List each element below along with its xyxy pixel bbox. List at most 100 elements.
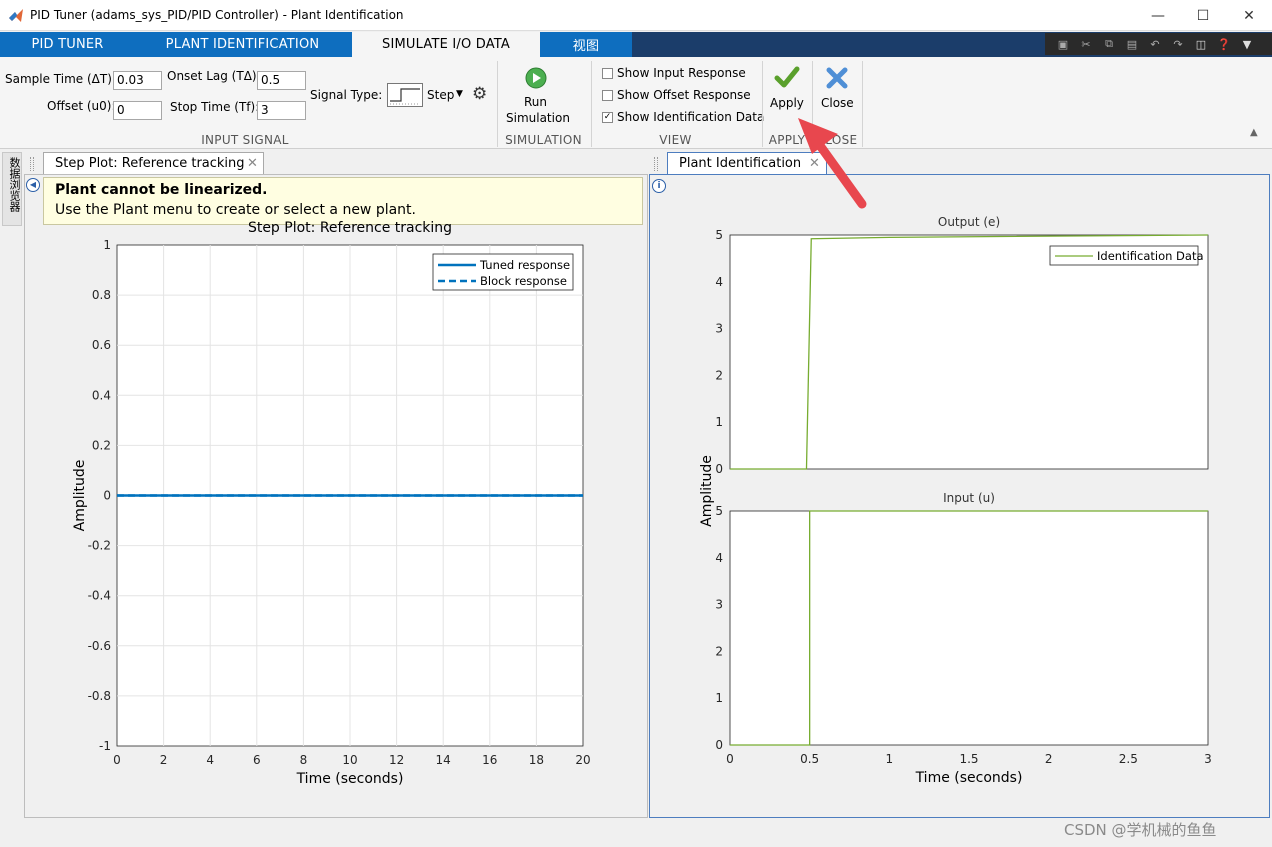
paste-icon[interactable]: ▤ bbox=[1124, 38, 1140, 51]
show-offset-response-checkbox[interactable] bbox=[602, 90, 613, 101]
plot-area bbox=[729, 510, 1209, 746]
onset-lag-label: Onset Lag (TΔ): bbox=[167, 69, 261, 83]
y-tick-label: 0 bbox=[103, 489, 111, 503]
annotation-arrow bbox=[798, 118, 867, 209]
tab-pid-tuner[interactable]: PID TUNER bbox=[0, 32, 135, 57]
y-tick-label: -0.2 bbox=[88, 539, 111, 553]
window-title: PID Tuner (adams_sys_PID/PID Controller)… bbox=[30, 8, 404, 22]
tab-view[interactable]: 视图 bbox=[540, 32, 632, 57]
tab-plant-identification[interactable]: PLANT IDENTIFICATION bbox=[135, 32, 350, 57]
gear-icon[interactable]: ⚙ bbox=[472, 84, 487, 104]
redo-icon[interactable]: ↷ bbox=[1170, 38, 1186, 51]
show-input-response-checkbox[interactable] bbox=[602, 68, 613, 79]
x-tick-label: 2 bbox=[1045, 752, 1053, 766]
step-plot-chart: 0 2 4 6 8 10 12 14 16 18 20 1 0.8 0.6 0.4 0.2 0 -0.2 -0.4 -… bbox=[72, 220, 591, 787]
view-section-label: VIEW bbox=[659, 133, 692, 147]
x-tick-label: 12 bbox=[389, 753, 404, 767]
show-input-response-label[interactable]: Show Input Response bbox=[617, 66, 746, 80]
y-tick-label: 5 bbox=[715, 228, 723, 242]
y-tick-label: 2 bbox=[715, 644, 723, 658]
watermark: CSDN @学机械的鱼鱼 bbox=[1064, 821, 1217, 839]
x-tick-label: 18 bbox=[529, 753, 544, 767]
offset-label: Offset (u0): bbox=[47, 99, 116, 113]
onset-lag-input[interactable]: 0.5 bbox=[257, 71, 306, 90]
x-axis-label: Time (seconds) bbox=[296, 771, 404, 787]
x-tick-label: 3 bbox=[1204, 752, 1212, 766]
panel-grip[interactable] bbox=[30, 157, 34, 171]
simulation-section-label: SIMULATION bbox=[505, 133, 582, 147]
chart-title: Step Plot: Reference tracking bbox=[248, 220, 452, 236]
help-icon[interactable]: ❓ bbox=[1216, 38, 1232, 51]
show-identification-data-label[interactable]: Show Identification Data bbox=[617, 110, 764, 124]
y-tick-label: 1 bbox=[103, 238, 111, 252]
title-bar: PID Tuner (adams_sys_PID/PID Controller)… bbox=[0, 0, 1272, 31]
y-tick-label: 1 bbox=[715, 691, 723, 705]
quick-access-toolbar: ▣ ✂ ⧉ ▤ ↶ ↷ ◫ ❓ ▼ bbox=[1045, 33, 1272, 55]
input-signal-section-label: INPUT SIGNAL bbox=[201, 133, 289, 147]
copy-icon[interactable]: ⧉ bbox=[1101, 37, 1117, 51]
y-tick-label: -1 bbox=[99, 739, 111, 753]
stop-time-input[interactable]: 3 bbox=[257, 101, 306, 120]
checkmark-icon bbox=[774, 66, 800, 88]
subplot-title: Input (u) bbox=[943, 491, 995, 505]
legend-label: Identification Data bbox=[1097, 249, 1204, 263]
show-identification-data-checkbox[interactable]: ✓ bbox=[602, 112, 613, 123]
x-tick-label: 2.5 bbox=[1119, 752, 1138, 766]
chevron-down-icon[interactable]: ▼ bbox=[456, 89, 463, 99]
close-tab-icon[interactable]: ✕ bbox=[247, 156, 258, 171]
plot-area bbox=[729, 234, 1209, 470]
sample-time-label: Sample Time (ΔT): bbox=[5, 72, 116, 86]
x-tick-label: 8 bbox=[300, 753, 308, 767]
plant-identification-chart: Output (e) 5 4 3 2 1 0 Identification Data Input… bbox=[699, 215, 1212, 786]
x-tick-label: 6 bbox=[253, 753, 261, 767]
maximize-button[interactable]: ☐ bbox=[1180, 0, 1226, 31]
data-browser-label: 数据浏览器 bbox=[8, 157, 21, 212]
y-tick-label: 3 bbox=[715, 322, 723, 336]
panel-grip[interactable] bbox=[654, 157, 658, 171]
y-tick-label: 0.6 bbox=[92, 338, 111, 352]
offset-input[interactable]: 0 bbox=[113, 101, 162, 120]
run-label: Run bbox=[524, 95, 548, 109]
y-tick-label: 0.4 bbox=[92, 388, 111, 402]
apply-label: Apply bbox=[770, 96, 804, 110]
y-tick-label: 0.8 bbox=[92, 288, 111, 302]
signal-type-label: Signal Type: bbox=[310, 88, 383, 102]
close-window-button[interactable]: ✕ bbox=[1226, 0, 1272, 31]
step-plot-tab-label: Step Plot: Reference tracking bbox=[55, 156, 245, 171]
tab-simulate-io-data[interactable]: SIMULATE I/O DATA bbox=[352, 32, 540, 57]
plant-identification-tab-label: Plant Identification bbox=[679, 156, 802, 171]
show-offset-response-label[interactable]: Show Offset Response bbox=[617, 88, 751, 102]
y-tick-label: 1 bbox=[715, 415, 723, 429]
y-tick-label: 0.2 bbox=[92, 438, 111, 452]
legend-label: Block response bbox=[480, 274, 567, 288]
data-browser-side-tab[interactable]: 数据浏览器 bbox=[2, 152, 22, 226]
y-tick-label: 4 bbox=[715, 275, 723, 289]
y-tick-label: 0 bbox=[715, 738, 723, 752]
x-tick-label: 1.5 bbox=[959, 752, 978, 766]
collapse-ribbon-icon[interactable]: ▼ bbox=[1239, 38, 1255, 51]
x-tick-label: 4 bbox=[206, 753, 214, 767]
undo-icon[interactable]: ↶ bbox=[1147, 38, 1163, 51]
x-tick-label: 2 bbox=[160, 753, 168, 767]
x-tick-label: 20 bbox=[575, 753, 590, 767]
window-layout-icon[interactable]: ◫ bbox=[1193, 38, 1209, 51]
minimize-button[interactable]: — bbox=[1135, 0, 1181, 31]
cut-icon[interactable]: ✂ bbox=[1078, 38, 1094, 51]
x-tick-label: 0.5 bbox=[800, 752, 819, 766]
y-tick-label: -0.8 bbox=[88, 689, 111, 703]
tab-step-plot[interactable]: Step Plot: Reference tracking ✕ bbox=[43, 152, 264, 174]
x-tick-label: 10 bbox=[342, 753, 357, 767]
run-simulation-button[interactable]: Run Simulation bbox=[500, 65, 572, 129]
sample-time-input[interactable]: 0.03 bbox=[113, 71, 162, 90]
play-icon bbox=[525, 67, 547, 89]
collapse-toolstrip-icon[interactable]: ▲ bbox=[1250, 127, 1258, 138]
y-tick-label: 2 bbox=[715, 368, 723, 382]
step-signal-icon[interactable] bbox=[387, 83, 423, 107]
y-tick-label: 3 bbox=[715, 598, 723, 612]
save-icon[interactable]: ▣ bbox=[1055, 38, 1071, 51]
divider bbox=[591, 61, 592, 147]
matlab-logo-icon bbox=[9, 9, 23, 22]
signal-type-dropdown[interactable]: Step bbox=[427, 88, 454, 102]
legend-label: Tuned response bbox=[479, 258, 570, 272]
y-axis-label: Amplitude bbox=[72, 460, 88, 532]
